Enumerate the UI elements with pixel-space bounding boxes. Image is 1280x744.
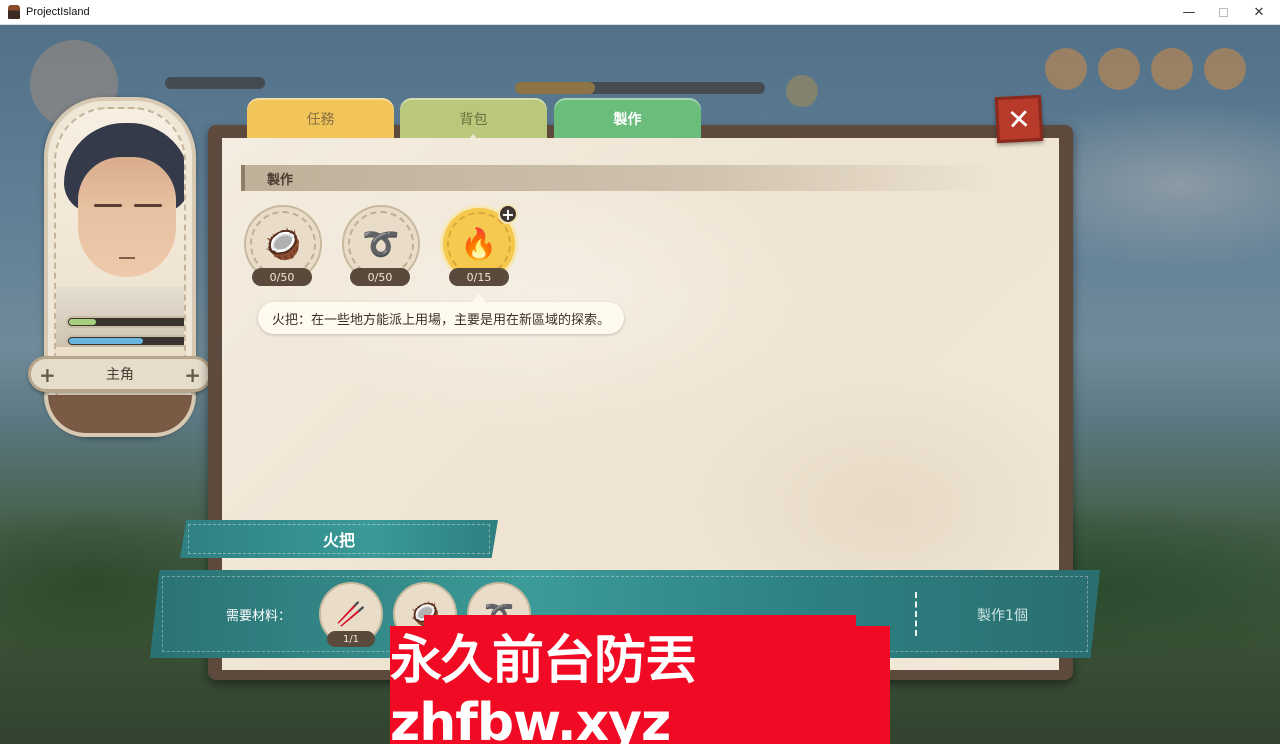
tab-backpack-label: 背包	[459, 112, 488, 128]
panel-close-button[interactable]: ✕	[994, 94, 1044, 144]
stick-icon: 🥢	[336, 600, 366, 628]
section-title: 製作	[267, 172, 294, 188]
banner-divider	[915, 592, 917, 636]
rope-icon: ➰	[362, 226, 400, 262]
material-count: 1/1	[327, 631, 375, 647]
character-eye-left	[94, 204, 122, 207]
selected-item-banner: 火把	[180, 520, 498, 558]
character-name: 主角	[106, 367, 134, 383]
tab-backpack[interactable]: 背包	[400, 98, 547, 142]
hud-menu-button-4	[1204, 48, 1246, 90]
watermark-banner: 永久前台防丟zhfbw.xyz	[390, 626, 890, 744]
close-icon: ✕	[1006, 101, 1032, 137]
character-mp-bar	[66, 335, 184, 347]
tab-quests-label: 任務	[306, 112, 335, 128]
tab-quests[interactable]: 任務	[247, 98, 394, 140]
next-character-button[interactable]: +	[184, 363, 201, 387]
minimize-icon: —	[1182, 5, 1196, 20]
hud-coin-icon	[786, 75, 818, 107]
character-name-plate: + 主角 +	[28, 356, 212, 392]
recipe-count: 0/15	[449, 268, 509, 286]
torch-icon: 🔥	[460, 226, 498, 262]
tooltip-text: 火把：在一些地方能派上用場，主要是用在新區域的探索。	[272, 312, 611, 328]
craft-one-button[interactable]: 製作1個	[950, 605, 1055, 625]
character-card-bottom	[44, 395, 196, 437]
character-hp-bar	[66, 316, 184, 328]
selected-item-name: 火把	[322, 531, 355, 550]
character-mp-fill	[69, 338, 143, 344]
character-eye-right	[134, 204, 162, 207]
window-close-button[interactable]: ✕	[1236, 0, 1280, 25]
recipe-count: 0/50	[350, 268, 410, 286]
character-face	[78, 157, 176, 277]
coconut-icon: 🥥	[264, 226, 302, 262]
section-header: 製作	[241, 165, 1001, 191]
character-mouth	[119, 257, 135, 259]
hud-hp-bar	[165, 77, 265, 89]
add-icon[interactable]: +	[498, 204, 518, 224]
recipe-count: 0/50	[252, 268, 312, 286]
tab-crafting-label: 製作	[613, 112, 642, 128]
materials-label: 需要材料：	[226, 609, 292, 624]
hud-menu-button-1	[1045, 48, 1087, 90]
item-tooltip: 火把：在一些地方能派上用場，主要是用在新區域的探索。	[258, 294, 625, 334]
maximize-icon	[1218, 8, 1228, 17]
hud-menu-button-2	[1098, 48, 1140, 90]
prev-character-button[interactable]: +	[39, 363, 56, 387]
tab-crafting[interactable]: 製作	[554, 98, 701, 140]
window-titlebar: ProjectIsland — ✕	[0, 0, 1280, 25]
hud-progress-fill	[515, 82, 595, 94]
character-hp-fill	[69, 319, 96, 325]
close-icon: ✕	[1253, 5, 1265, 20]
app-icon	[8, 5, 20, 19]
window-title: ProjectIsland	[26, 6, 90, 18]
hud-menu-button-3	[1151, 48, 1193, 90]
